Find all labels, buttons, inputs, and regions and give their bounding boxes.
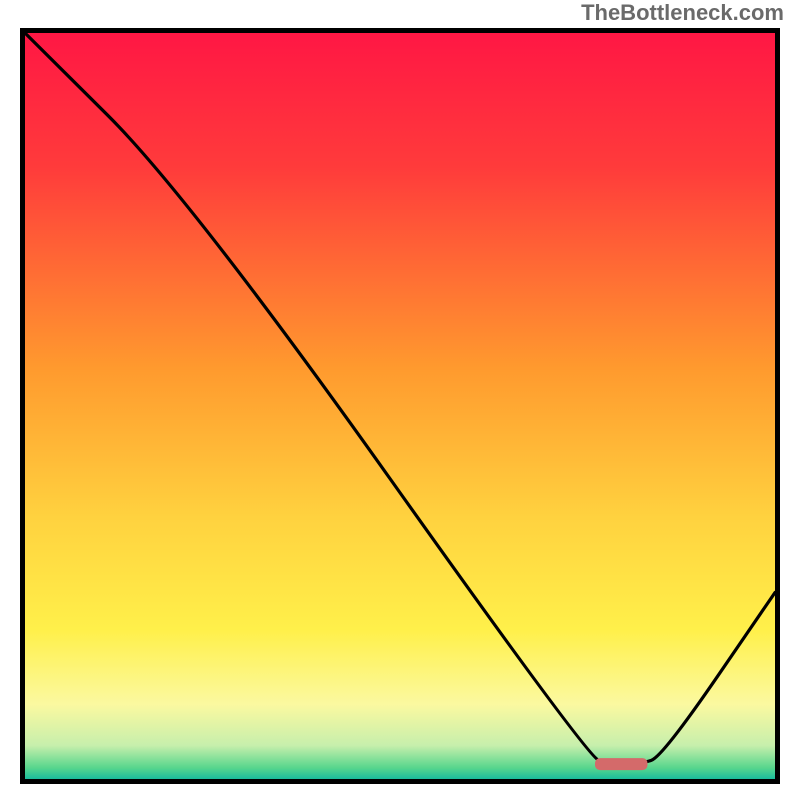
watermark-text: TheBottleneck.com — [581, 0, 784, 26]
plot-frame — [20, 28, 780, 784]
chart-container: TheBottleneck.com — [0, 0, 800, 800]
minimum-marker — [595, 758, 648, 770]
plot-svg — [25, 33, 775, 779]
